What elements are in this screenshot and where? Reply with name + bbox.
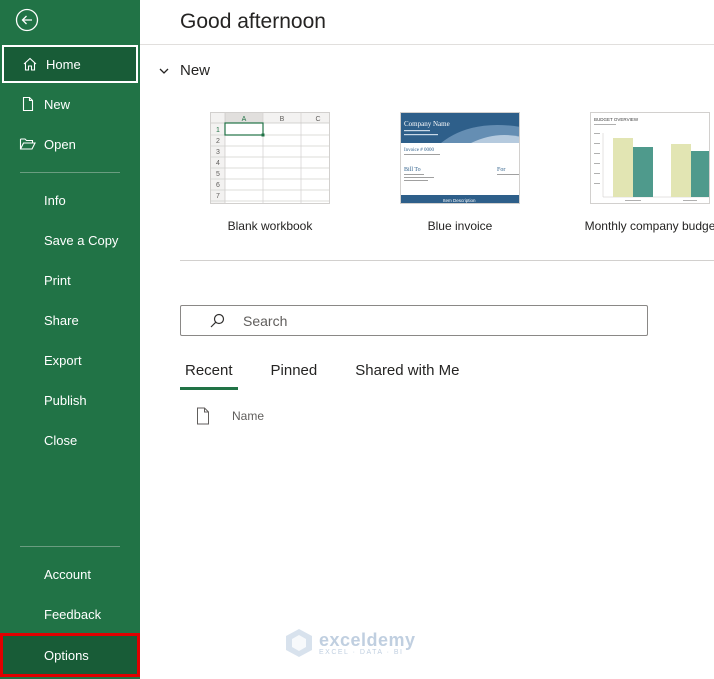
sidebar-item-label: Publish: [44, 392, 87, 408]
sidebar-item-open[interactable]: Open: [0, 124, 140, 164]
sidebar-item-feedback[interactable]: Feedback: [0, 594, 140, 634]
page-title: Good afternoon: [180, 10, 326, 33]
row-header: 7: [216, 193, 220, 200]
row-header: 5: [216, 171, 220, 178]
sidebar-item-export[interactable]: Export: [0, 340, 140, 380]
chevron-down-icon: [159, 68, 169, 74]
sidebar-item-print[interactable]: Print: [0, 260, 140, 300]
spreadsheet-grid-image: A B C 1 2 3 4 5 6 7: [211, 113, 329, 203]
sidebar-item-label: Info: [44, 192, 66, 208]
file-tabs: Recent Pinned Shared with Me: [180, 362, 492, 390]
template-label: Monthly company budge: [584, 219, 714, 233]
new-section-header[interactable]: New: [158, 62, 210, 79]
back-button[interactable]: [15, 8, 39, 32]
col-header-b: B: [280, 116, 285, 123]
tab-pinned[interactable]: Pinned: [266, 362, 323, 390]
row-header: 2: [216, 138, 220, 145]
invoice-preview-image: Company Name Invoice # 0000 Bill To For …: [401, 113, 519, 203]
watermark: exceldemy EXCEL · DATA · BI: [285, 628, 416, 658]
sidebar-item-label: Account: [44, 566, 91, 582]
sidebar-item-save-a-copy[interactable]: Save a Copy: [0, 220, 140, 260]
backstage-main: Good afternoon New A B C 1 2 3 4 5 6 7 B…: [140, 0, 714, 679]
sidebar-item-share[interactable]: Share: [0, 300, 140, 340]
sidebar-item-label: Export: [44, 352, 82, 368]
sidebar-item-label: Save a Copy: [44, 232, 119, 248]
template-label: Blank workbook: [227, 219, 313, 233]
search-input[interactable]: [243, 312, 623, 329]
home-icon: [20, 54, 40, 74]
row-header: 3: [216, 149, 220, 156]
back-arrow-icon: [15, 8, 39, 32]
open-folder-icon: [18, 134, 38, 154]
search-box[interactable]: [180, 305, 648, 336]
sidebar-item-label: Close: [44, 432, 78, 448]
budget-title: BUDGET OVERVIEW: [594, 117, 639, 122]
col-header-a: A: [242, 116, 247, 123]
file-icon: [197, 407, 209, 425]
sidebar-divider: [20, 546, 120, 547]
budget-thumbnail: BUDGET OVERVIEW: [590, 112, 710, 204]
name-column-header[interactable]: Name: [232, 409, 264, 423]
tab-shared-with-me[interactable]: Shared with Me: [350, 362, 464, 390]
sidebar-item-publish[interactable]: Publish: [0, 380, 140, 420]
sidebar-item-label: Print: [44, 272, 71, 288]
row-header: 4: [216, 160, 220, 167]
watermark-name: exceldemy: [319, 629, 416, 650]
tab-recent[interactable]: Recent: [180, 362, 238, 390]
sidebar-item-label: Feedback: [44, 606, 102, 622]
sidebar-item-info[interactable]: Info: [0, 180, 140, 220]
sidebar-item-label: New: [44, 96, 71, 112]
watermark-sub: EXCEL · DATA · BI: [319, 648, 404, 656]
sidebar-divider: [20, 172, 120, 173]
row-header: 1: [216, 127, 220, 134]
sidebar-item-label: Home: [46, 56, 81, 72]
invoice-item-description: Item Description: [443, 198, 476, 203]
blue-invoice-thumbnail: Company Name Invoice # 0000 Bill To For …: [400, 112, 520, 204]
header-divider: [140, 44, 714, 45]
file-list-header: Name: [196, 407, 264, 425]
col-header-c: C: [315, 116, 320, 123]
new-section-title: New: [180, 62, 211, 79]
sidebar-item-account[interactable]: Account: [0, 554, 140, 594]
exceldemy-logo-icon: [286, 629, 312, 657]
sidebar-item-new[interactable]: New: [0, 84, 140, 124]
sidebar-item-home[interactable]: Home: [2, 45, 138, 83]
invoice-bill-to: Bill To: [404, 167, 421, 173]
blank-workbook-thumbnail: A B C 1 2 3 4 5 6 7: [210, 112, 330, 204]
budget-chart-image: BUDGET OVERVIEW: [594, 117, 709, 201]
invoice-for: For: [497, 167, 505, 173]
search-icon: [210, 313, 225, 327]
sidebar-item-options[interactable]: Options: [0, 633, 140, 677]
sidebar-item-label: Open: [44, 136, 76, 152]
backstage-sidebar: Home New Open Info Save a Copy Print Sha…: [0, 0, 140, 679]
template-label: Blue invoice: [427, 219, 493, 233]
sidebar-item-label: Options: [44, 647, 89, 663]
sidebar-item-label: Share: [44, 312, 79, 328]
invoice-company: Company Name: [404, 120, 450, 128]
new-document-icon: [18, 94, 38, 114]
sidebar-item-close[interactable]: Close: [0, 420, 140, 460]
row-header: 6: [216, 182, 220, 189]
section-divider: [180, 260, 714, 261]
invoice-number: Invoice # 0000: [404, 148, 434, 153]
